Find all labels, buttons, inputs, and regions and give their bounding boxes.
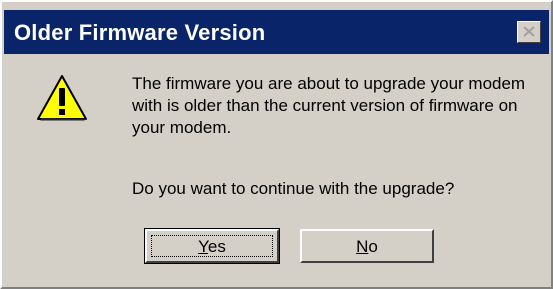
no-button[interactable]: No xyxy=(300,229,434,263)
no-button-label: No xyxy=(302,237,432,257)
yes-label-rest: es xyxy=(207,237,226,256)
yes-button[interactable]: Yes xyxy=(144,228,280,264)
message-text: The firmware you are about to upgrade yo… xyxy=(132,74,526,137)
no-label-rest: o xyxy=(368,237,378,256)
yes-mnemonic: Y xyxy=(198,237,208,256)
title-bar[interactable]: Older Firmware Version xyxy=(4,10,549,54)
warning-icon xyxy=(37,75,87,121)
confirm-question: Do you want to continue with the upgrade… xyxy=(132,179,455,198)
close-button[interactable] xyxy=(517,21,541,43)
close-icon xyxy=(523,26,535,37)
yes-button-label: Yes xyxy=(147,237,277,257)
no-mnemonic: N xyxy=(356,237,369,256)
firmware-warning-dialog: Older Firmware Version The firmware you … xyxy=(0,0,553,289)
warning-message: The firmware you are about to upgrade yo… xyxy=(132,73,552,139)
dialog-title: Older Firmware Version xyxy=(14,20,266,45)
